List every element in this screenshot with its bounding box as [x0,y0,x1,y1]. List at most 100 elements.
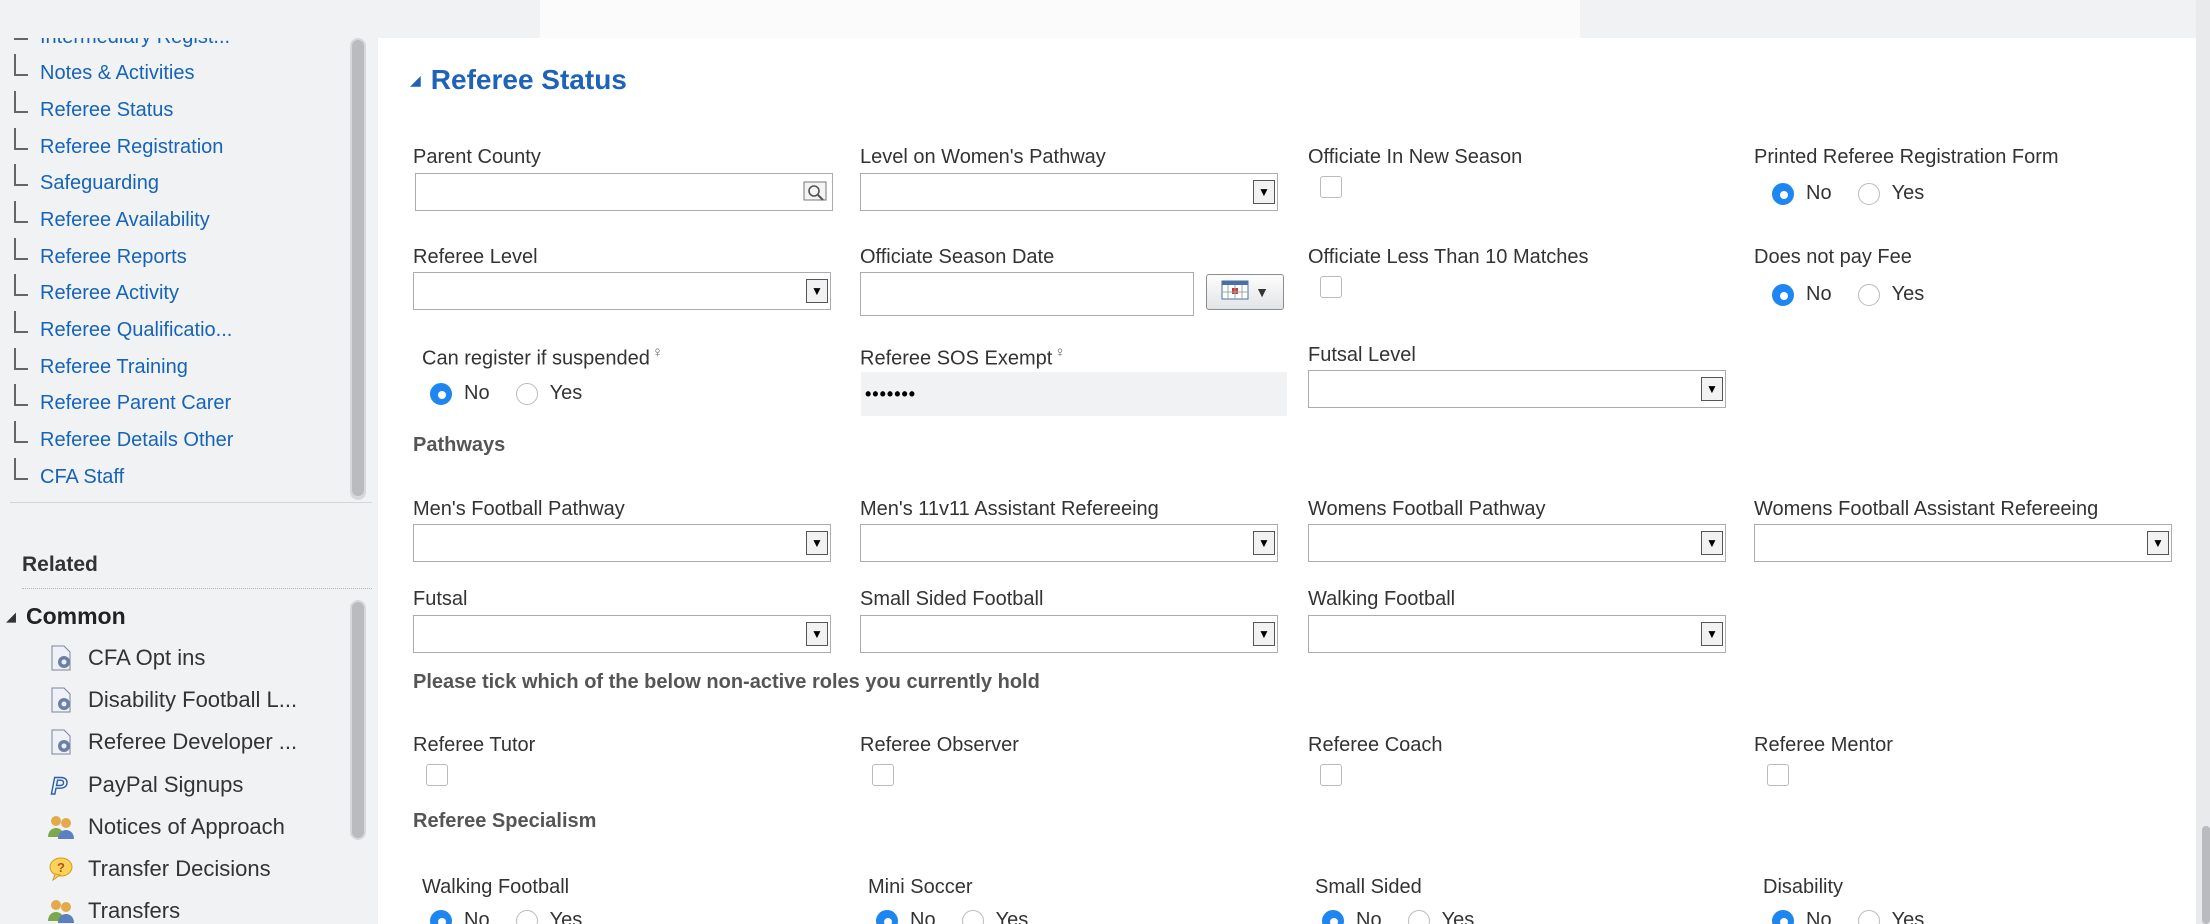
nav-item-referee-availability[interactable]: Referee Availability [14,201,210,237]
referee-observer-checkbox[interactable] [872,764,894,786]
calendar-picker-button[interactable]: ▼ [1206,274,1284,310]
nav-item-notes-activities[interactable]: Notes & Activities [14,54,195,90]
related-item-label: Referee Developer ... [88,729,298,754]
nav-item-cfa-staff[interactable]: CFA Staff [14,458,124,494]
help-icon[interactable]: ♀ [1054,344,1065,361]
walking-football-select[interactable]: ▼ [1308,615,1726,653]
nav-scrollbar-thumb[interactable] [352,40,364,496]
related-item-disability-football[interactable]: Disability Football L... [46,680,297,720]
nav-scrollbar[interactable] [350,38,366,500]
spec-mini-soccer-yes-radio[interactable] [961,909,984,924]
related-heading: Related [22,553,98,576]
nav-item-label: Notes & Activities [40,61,195,84]
spec-small-sided-yes-radio[interactable] [1407,909,1430,924]
spec-walking-football-radio-group: No Yes [430,909,582,924]
help-icon[interactable]: ♀ [652,344,663,361]
chevron-down-icon[interactable]: ▼ [806,622,828,646]
nav-item-referee-status[interactable]: Referee Status [14,91,174,127]
radio-label: Yes [1441,909,1475,924]
section-header-toggle[interactable]: ◢ Referee Status [410,64,627,96]
level-womens-pathway-select[interactable]: ▼ [860,173,1278,211]
nav-item-label: Referee Details Other [40,428,234,451]
nav-item-referee-qualifications[interactable]: Referee Qualificatio... [14,311,232,347]
nav-item-safeguarding[interactable]: Safeguarding [14,164,159,200]
label-text: Can register if suspended [422,347,650,370]
referee-level-label: Referee Level [413,246,538,268]
radio-label: No [464,382,490,404]
does-not-pay-fee-yes-radio[interactable] [1857,283,1880,306]
chevron-down-icon[interactable]: ▼ [1701,377,1723,401]
referee-tutor-label: Referee Tutor [413,734,536,756]
related-scrollbar-thumb[interactable] [352,602,364,838]
printed-form-radio-group: No Yes [1772,182,1924,205]
nav-item-label: Referee Availability [40,208,210,231]
small-sided-select[interactable]: ▼ [860,615,1278,653]
nav-item-intermediary[interactable]: Intermediary Regist... [14,38,230,54]
parent-county-input[interactable] [415,173,833,211]
printed-form-yes-radio[interactable] [1857,182,1880,205]
nav-item-referee-training[interactable]: Referee Training [14,348,188,384]
related-item-paypal-signups[interactable]: P PayPal Signups [46,765,243,805]
referee-mentor-checkbox[interactable] [1767,764,1789,786]
nav-item-referee-details-other[interactable]: Referee Details Other [14,421,234,457]
spec-mini-soccer-no-radio[interactable] [876,909,898,924]
radio-label: No [464,909,490,924]
chevron-down-icon[interactable]: ▼ [806,279,828,303]
officiate-less-10-checkbox[interactable] [1320,276,1342,298]
futsal-select[interactable]: ▼ [413,615,831,653]
radio-label: No [910,909,936,924]
chevron-down-icon[interactable]: ▼ [1253,531,1275,555]
lookup-icon[interactable] [802,179,828,205]
chevron-down-icon[interactable]: ▼ [806,531,828,555]
pathways-heading: Pathways [413,434,506,456]
can-register-suspended-no-radio[interactable] [430,382,452,405]
related-item-transfer-decisions[interactable]: ? Transfer Decisions [46,849,271,889]
related-scrollbar[interactable] [350,600,366,840]
chevron-down-icon[interactable]: ▼ [1253,622,1275,646]
nav-item-label: Referee Status [40,98,174,121]
calendar-icon [1221,279,1249,306]
page-scrollbar-thumb[interactable] [2202,826,2210,924]
nav-item-referee-registration[interactable]: Referee Registration [14,128,223,164]
nav-item-referee-activity[interactable]: Referee Activity [14,274,179,310]
can-register-suspended-radio-group: No Yes [430,382,582,405]
referee-level-select[interactable]: ▼ [413,272,831,310]
spec-walking-yes-radio[interactable] [515,909,538,924]
referee-tutor-checkbox[interactable] [426,764,448,786]
related-item-label: Transfer Decisions [88,856,271,881]
can-register-suspended-yes-radio[interactable] [515,382,538,405]
common-group-toggle[interactable]: ◢ Common [6,603,126,630]
does-not-pay-fee-no-radio[interactable] [1772,283,1794,306]
officiate-new-season-checkbox[interactable] [1320,176,1342,198]
section-title: Referee Status [430,64,627,95]
walking-football-label: Walking Football [1308,588,1456,610]
report-icon [46,727,76,757]
related-item-referee-developer[interactable]: Referee Developer ... [46,722,297,762]
futsal-level-select[interactable]: ▼ [1308,370,1726,408]
spec-disability-yes-radio[interactable] [1857,909,1880,924]
spec-disability-no-radio[interactable] [1772,909,1794,924]
mens-pathway-label: Men's Football Pathway [413,498,625,520]
officiate-season-date-input[interactable] [860,272,1194,316]
referee-coach-checkbox[interactable] [1320,764,1342,786]
womens-pathway-select[interactable]: ▼ [1308,524,1726,562]
related-item-cfa-opt-ins[interactable]: CFA Opt ins [46,638,205,678]
related-item-notices-of-approach[interactable]: Notices of Approach [46,807,285,847]
womens-assistant-select[interactable]: ▼ [1754,524,2172,562]
nav-item-referee-parent-carer[interactable]: Referee Parent Carer [14,384,231,420]
related-item-transfers[interactable]: Transfers [46,891,180,924]
mens-assistant-select[interactable]: ▼ [860,524,1278,562]
radio-label: Yes [549,909,583,924]
chevron-down-icon[interactable]: ▼ [1253,180,1275,204]
mens-pathway-select[interactable]: ▼ [413,524,831,562]
printed-form-no-radio[interactable] [1772,182,1794,205]
futsal-level-label: Futsal Level [1308,344,1416,366]
chevron-down-icon[interactable]: ▼ [2147,531,2169,555]
chevron-down-icon[interactable]: ▼ [1701,531,1723,555]
radio-label: No [1806,909,1832,924]
spec-walking-no-radio[interactable] [430,909,452,924]
chevron-down-icon[interactable]: ▼ [1701,622,1723,646]
nav-item-referee-reports[interactable]: Referee Reports [14,238,187,274]
page-scrollbar[interactable] [2196,0,2210,924]
spec-small-sided-no-radio[interactable] [1322,909,1344,924]
